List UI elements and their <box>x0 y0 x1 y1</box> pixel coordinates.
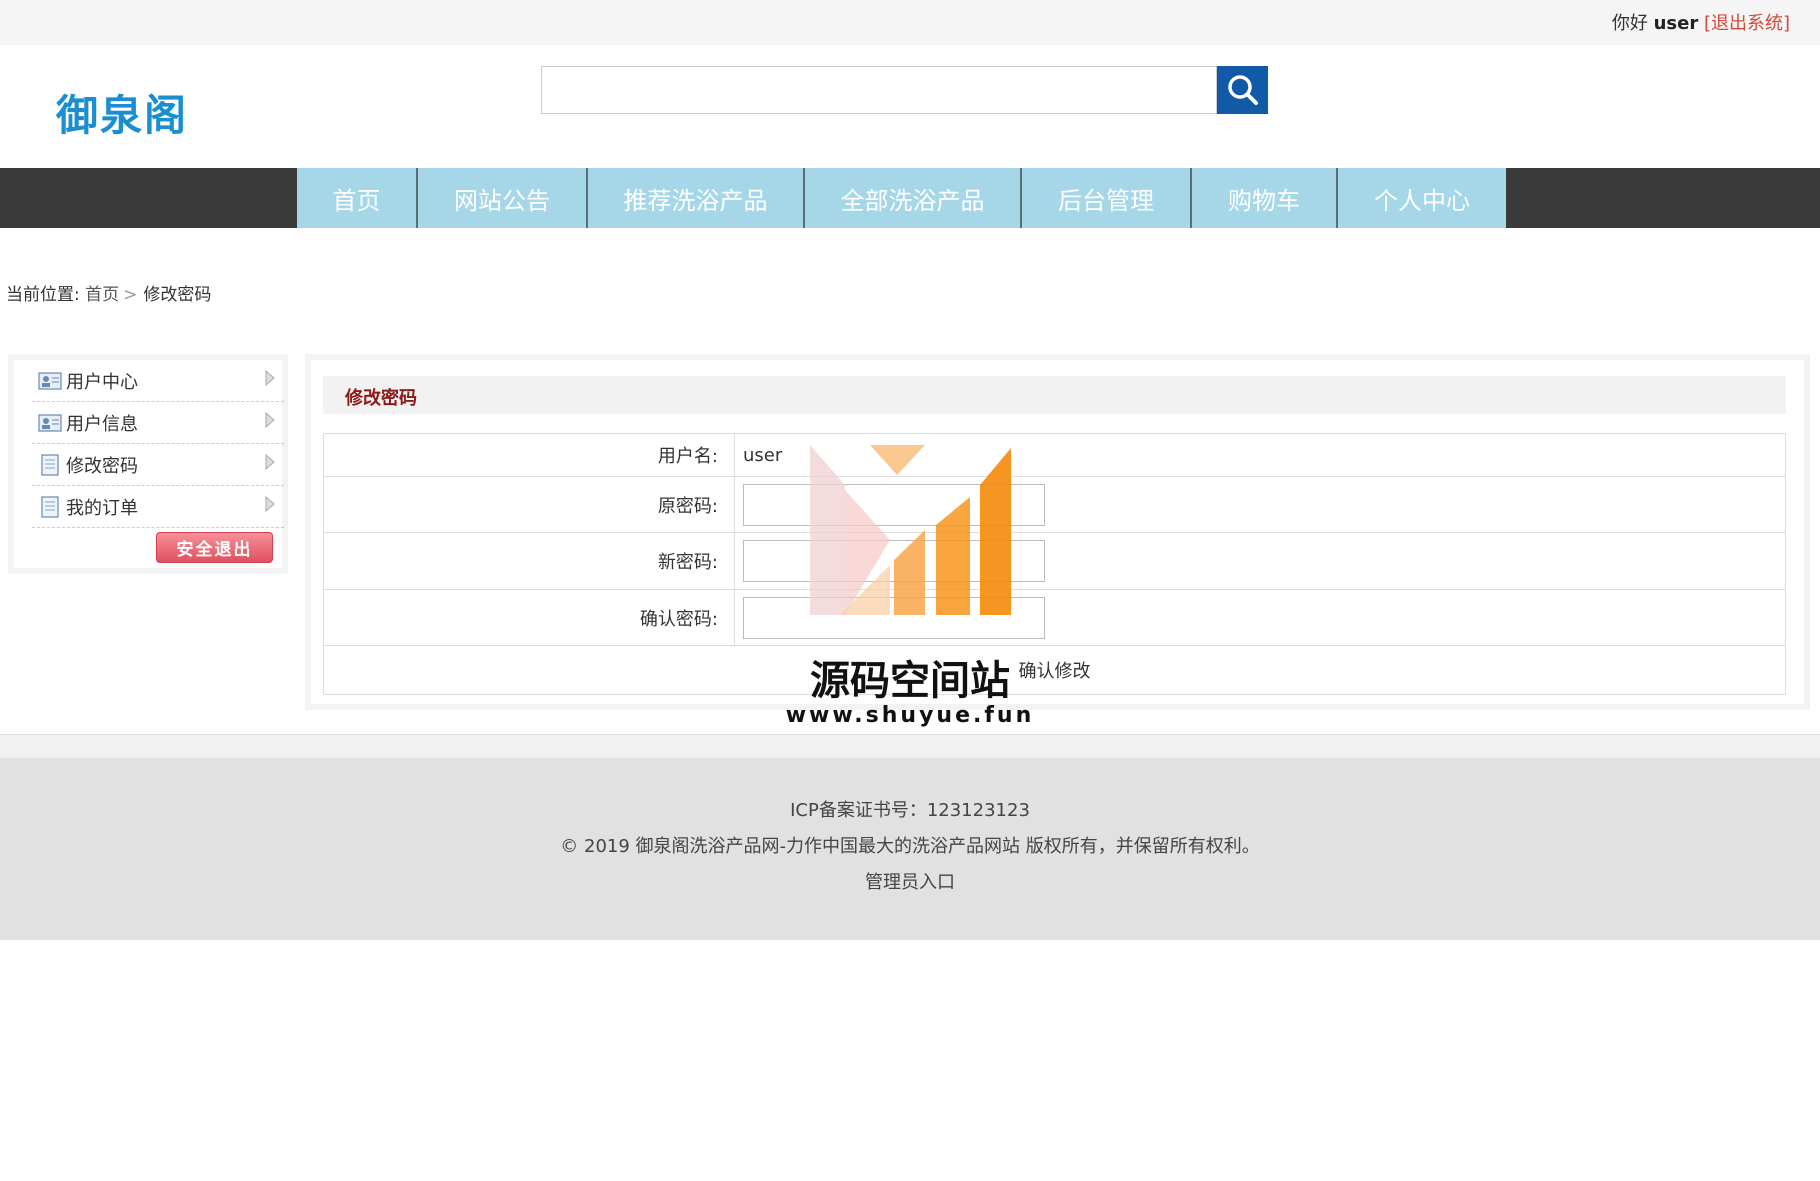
sidebar-item-user-center[interactable]: 用户中心 <box>32 360 284 402</box>
confirm-password-label: 确认密码: <box>323 589 735 646</box>
watermark-text: 源码空间站 <box>810 658 1010 704</box>
breadcrumb-current: 修改密码 <box>143 285 212 305</box>
nav-item-cart[interactable]: 购物车 <box>1192 168 1338 228</box>
sidebar-item-change-password[interactable]: 修改密码 <box>32 444 284 486</box>
sidebar-item-label: 用户信息 <box>66 413 138 435</box>
old-password-input[interactable] <box>743 483 1045 526</box>
document-icon <box>41 495 59 518</box>
form-row-confirm-password: 确认密码: <box>323 589 1786 646</box>
nav-item-personal-center[interactable]: 个人中心 <box>1338 168 1506 228</box>
document-icon <box>41 453 59 476</box>
username-value: user <box>734 433 1786 477</box>
panel-header: 修改密码 <box>323 376 1786 414</box>
main-navbar: 首页 网站公告 推荐洗浴产品 全部洗浴产品 后台管理 购物车 个人中心 <box>0 168 1820 228</box>
nav-item-all-products[interactable]: 全部洗浴产品 <box>805 168 1022 228</box>
chevron-right-icon <box>265 412 275 428</box>
admin-login-link[interactable]: 管理员入口 <box>0 868 1820 894</box>
user-greeting: 你好 user [退出系统] <box>1612 9 1790 35</box>
search-button[interactable] <box>1217 66 1268 114</box>
greeting-text: 你好 <box>1611 13 1648 34</box>
search-input[interactable] <box>541 66 1217 114</box>
top-bar: 你好 user [退出系统] <box>0 0 1820 45</box>
site-logo[interactable]: 御泉阁 <box>56 82 188 143</box>
new-password-label: 新密码: <box>323 532 735 590</box>
user-sidebar: 用户中心 用户信息 修改密码 我的订单 安全退出 <box>8 354 288 574</box>
user-card-icon <box>38 371 62 390</box>
nav-item-recommended[interactable]: 推荐洗浴产品 <box>588 168 805 228</box>
nav-item-admin[interactable]: 后台管理 <box>1022 168 1192 228</box>
confirm-password-input[interactable] <box>743 596 1045 639</box>
old-password-label: 原密码: <box>323 476 735 533</box>
sidebar-item-label: 我的订单 <box>66 497 138 519</box>
nav-item-home[interactable]: 首页 <box>297 168 418 228</box>
nav-item-announcements[interactable]: 网站公告 <box>418 168 588 228</box>
breadcrumb-home-link[interactable]: 首页 <box>85 285 119 305</box>
username-text: user <box>1653 13 1699 34</box>
user-card-icon <box>38 413 62 432</box>
panel-title: 修改密码 <box>345 388 417 409</box>
form-row-old-password: 原密码: <box>323 476 1786 533</box>
breadcrumb-prefix: 当前位置: <box>6 285 80 305</box>
sidebar-item-user-info[interactable]: 用户信息 <box>32 402 284 444</box>
chevron-right-icon <box>265 370 275 386</box>
sidebar-item-label: 修改密码 <box>66 455 138 477</box>
change-password-panel: 修改密码 用户名: user 原密码: 新密码: 确认密码: 确认修改 <box>305 354 1810 710</box>
form-row-new-password: 新密码: <box>323 532 1786 590</box>
sidebar-item-label: 用户中心 <box>66 371 138 393</box>
footer-copyright: © 2019 御泉阁洗浴产品网-力作中国最大的洗浴产品网站 版权所有，并保留所有… <box>560 836 1260 857</box>
breadcrumb: 当前位置: 首页 > 修改密码 <box>6 280 211 305</box>
site-footer: ICP备案证书号：123123123 © 2019 御泉阁洗浴产品网-力作中国最… <box>0 758 1820 940</box>
watermark-url: www.shuyue.fun <box>785 703 1035 728</box>
breadcrumb-separator: > <box>123 285 138 305</box>
username-label: 用户名: <box>323 433 735 477</box>
sidebar-item-my-orders[interactable]: 我的订单 <box>32 486 284 528</box>
chevron-right-icon <box>265 496 275 512</box>
search-icon <box>1227 75 1258 105</box>
form-row-username: 用户名: user <box>323 433 1786 477</box>
form-row-submit: 确认修改 <box>323 645 1786 695</box>
chevron-right-icon <box>265 454 275 470</box>
password-form-table: 用户名: user 原密码: 新密码: 确认密码: 确认修改 <box>323 433 1786 695</box>
new-password-input[interactable] <box>743 540 1045 582</box>
nav-menu: 首页 网站公告 推荐洗浴产品 全部洗浴产品 后台管理 购物车 个人中心 <box>297 168 1506 228</box>
footer-icp: ICP备案证书号：123123123 <box>790 800 1030 821</box>
safe-exit-button[interactable]: 安全退出 <box>156 532 273 563</box>
logout-link[interactable]: [退出系统] <box>1704 13 1790 34</box>
footer-divider <box>0 734 1820 758</box>
